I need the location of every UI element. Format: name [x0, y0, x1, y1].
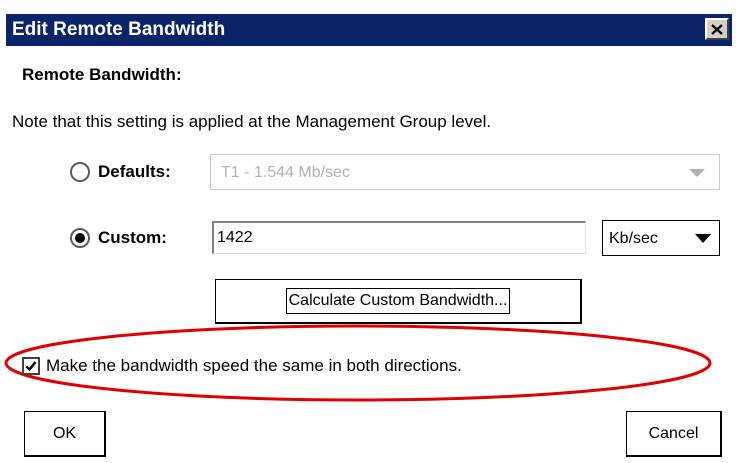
title-bar: Edit Remote Bandwidth — [6, 14, 732, 46]
close-icon — [711, 23, 723, 35]
cancel-button[interactable]: Cancel — [626, 411, 722, 457]
same-directions-option[interactable]: Make the bandwidth speed the same in bot… — [22, 356, 462, 376]
same-directions-label: Make the bandwidth speed the same in bot… — [46, 356, 462, 375]
defaults-label: Defaults: — [98, 162, 171, 181]
custom-radio-option[interactable]: Custom: — [70, 228, 167, 248]
defaults-radio[interactable] — [70, 162, 90, 182]
edit-remote-bandwidth-dialog: Edit Remote Bandwidth Remote Bandwidth: … — [0, 0, 736, 463]
chevron-down-icon — [695, 234, 711, 243]
chevron-down-icon — [689, 169, 705, 177]
ok-button[interactable]: OK — [24, 411, 106, 457]
same-directions-checkbox[interactable] — [22, 357, 40, 375]
ok-button-label: OK — [52, 424, 77, 442]
close-button[interactable] — [705, 18, 729, 40]
defaults-radio-option[interactable]: Defaults: — [70, 162, 171, 182]
calculate-custom-bandwidth-button[interactable]: Calculate Custom Bandwidth... — [215, 279, 582, 324]
custom-label: Custom: — [98, 228, 167, 247]
cancel-button-label: Cancel — [648, 424, 699, 442]
checkmark-icon — [25, 361, 37, 372]
unit-select-value: Kb/sec — [609, 230, 658, 247]
defaults-select-value: T1 - 1.544 Mb/sec — [221, 164, 350, 181]
window-title: Edit Remote Bandwidth — [12, 19, 226, 40]
custom-radio[interactable] — [70, 228, 90, 248]
section-heading: Remote Bandwidth: — [22, 65, 182, 84]
calculate-button-label: Calculate Custom Bandwidth... — [285, 288, 511, 314]
unit-select[interactable]: Kb/sec — [602, 220, 720, 256]
note-text: Note that this setting is applied at the… — [12, 112, 492, 131]
defaults-select: T1 - 1.544 Mb/sec — [210, 154, 720, 190]
custom-bandwidth-input[interactable] — [212, 221, 586, 254]
